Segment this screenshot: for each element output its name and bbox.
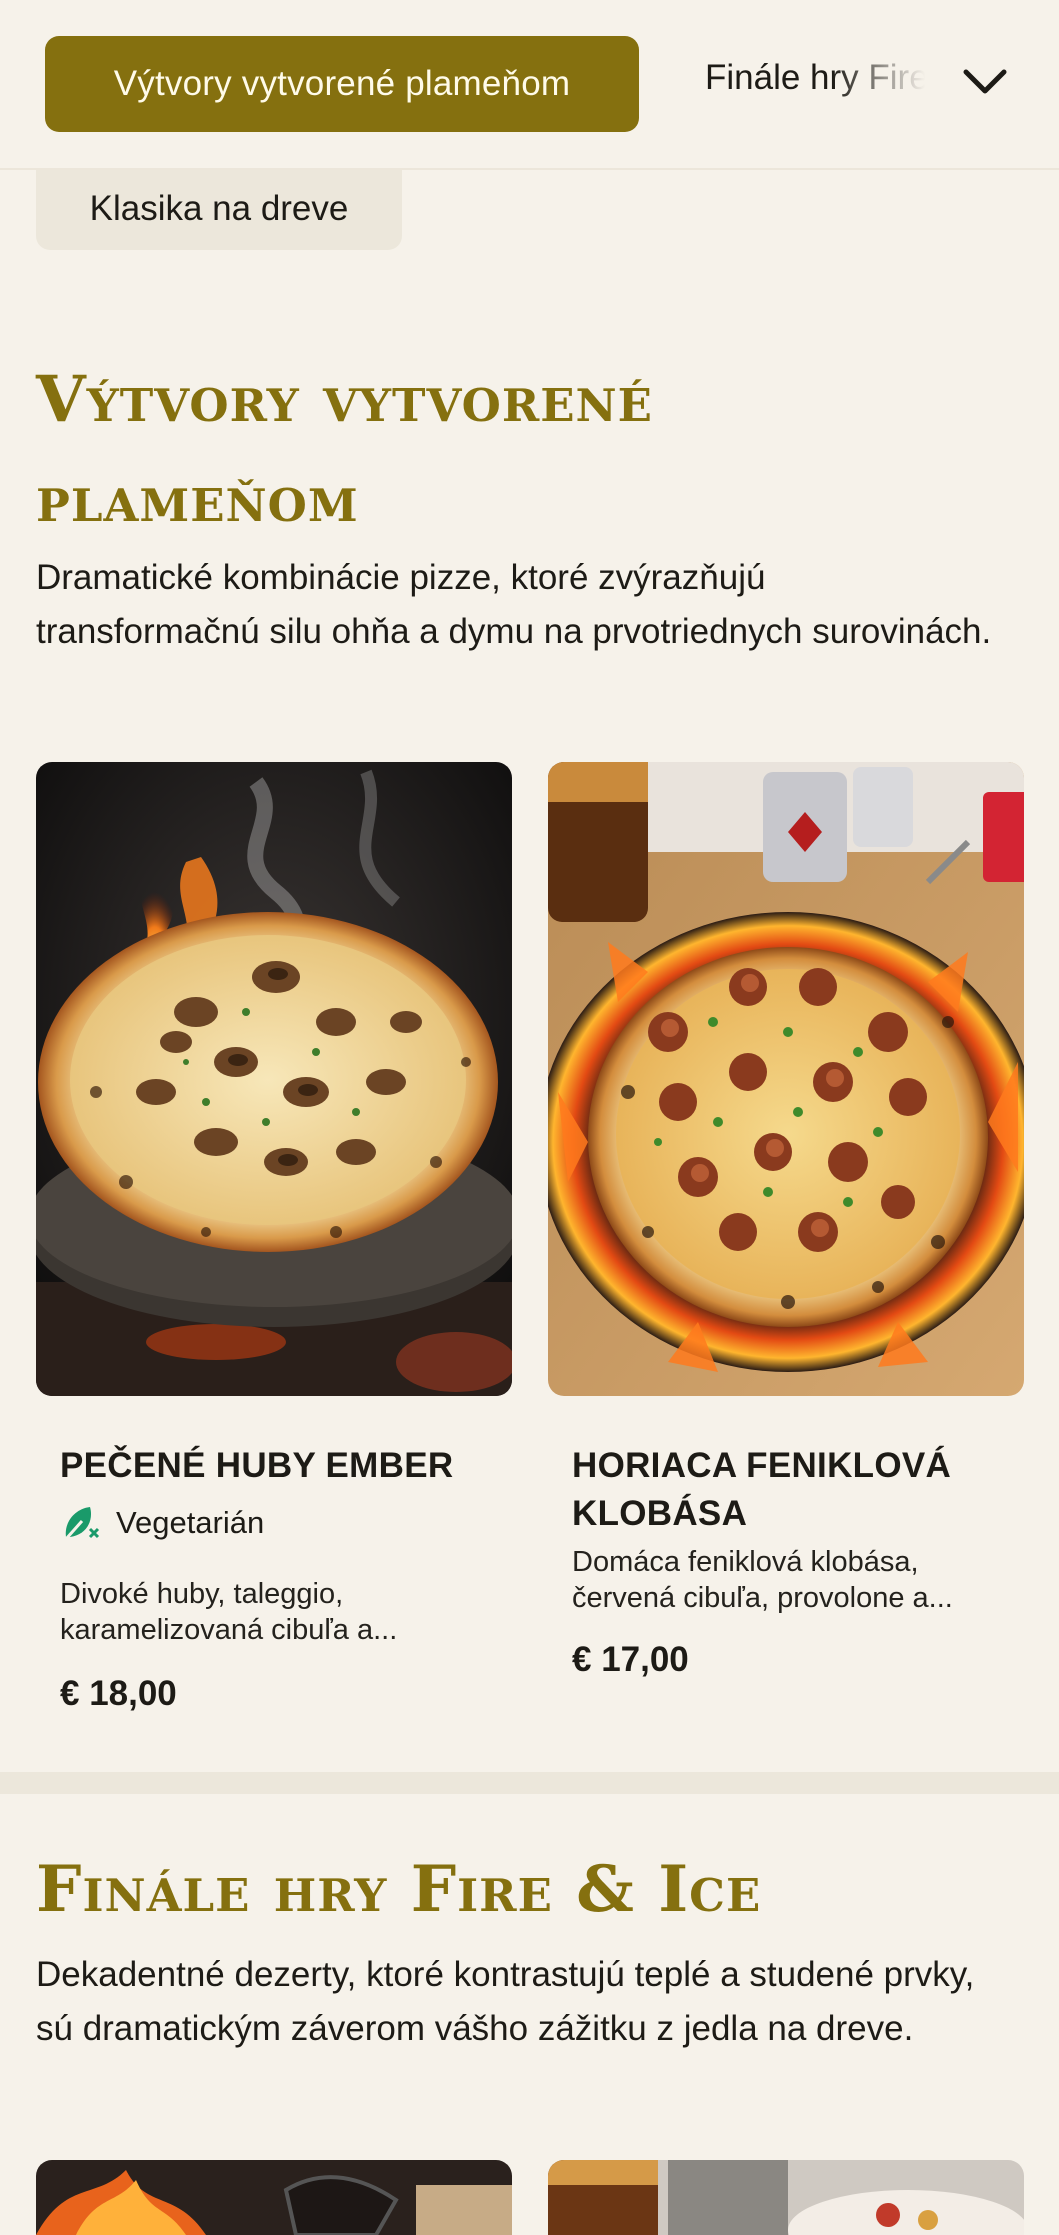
category-tab-next[interactable]: Finále hry Fire & Ice <box>705 58 925 110</box>
menu-card[interactable]: PEČENÉ HUBY EMBER Vegetarián Divoké huby… <box>36 762 512 1742</box>
menu-item-price: € 17,00 <box>572 1640 689 1679</box>
vegetarian-leaf-icon <box>64 1507 100 1540</box>
menu-card[interactable]: HORIACA FENIKLOVÁ KLOBÁSA Domáca feniklo… <box>548 762 1024 1742</box>
section-title-line1: Výtvory vytvorené <box>36 362 653 437</box>
section-divider <box>0 1772 1059 1794</box>
category-tab-active[interactable]: Výtvory vytvorené plameňom <box>45 36 639 132</box>
dessert-image[interactable] <box>548 2160 1024 2235</box>
pizza-sausage-image[interactable] <box>548 762 1024 1396</box>
section-description: Dramatické kombinácie pizze, ktoré zvýra… <box>36 558 992 651</box>
category-nav: Výtvory vytvorené plameňom Finále hry Fi… <box>0 0 1059 170</box>
category-tab-classic[interactable]: Klasika na dreve <box>36 168 402 250</box>
section-title: Výtvory vytvorené plameňom <box>36 350 653 550</box>
menu-item-name: PEČENÉ HUBY EMBER <box>60 1446 454 1485</box>
section-title-desserts: Finále hry Fire & Ice <box>36 1852 762 1927</box>
menu-item-price: € 18,00 <box>60 1674 177 1713</box>
vegetarian-badge: Vegetarián <box>60 1503 264 1543</box>
vegetarian-label: Vegetarián <box>116 1505 265 1540</box>
menu-item-description: Domáca feniklová klobása, červená cibuľa… <box>572 1546 953 1614</box>
dessert-image[interactable] <box>36 2160 512 2235</box>
section-description-desserts: Dekadentné dezerty, ktoré kontrastujú te… <box>36 1955 975 2048</box>
menu-item-description: Divoké huby, taleggio, karamelizovaná ci… <box>60 1578 398 1646</box>
section-title-line2: plameňom <box>36 462 359 537</box>
pizza-mushroom-image[interactable] <box>36 762 512 1396</box>
menu-item-name: HORIACA FENIKLOVÁ KLOBÁSA <box>572 1446 952 1533</box>
chevron-down-icon[interactable] <box>958 60 1012 104</box>
